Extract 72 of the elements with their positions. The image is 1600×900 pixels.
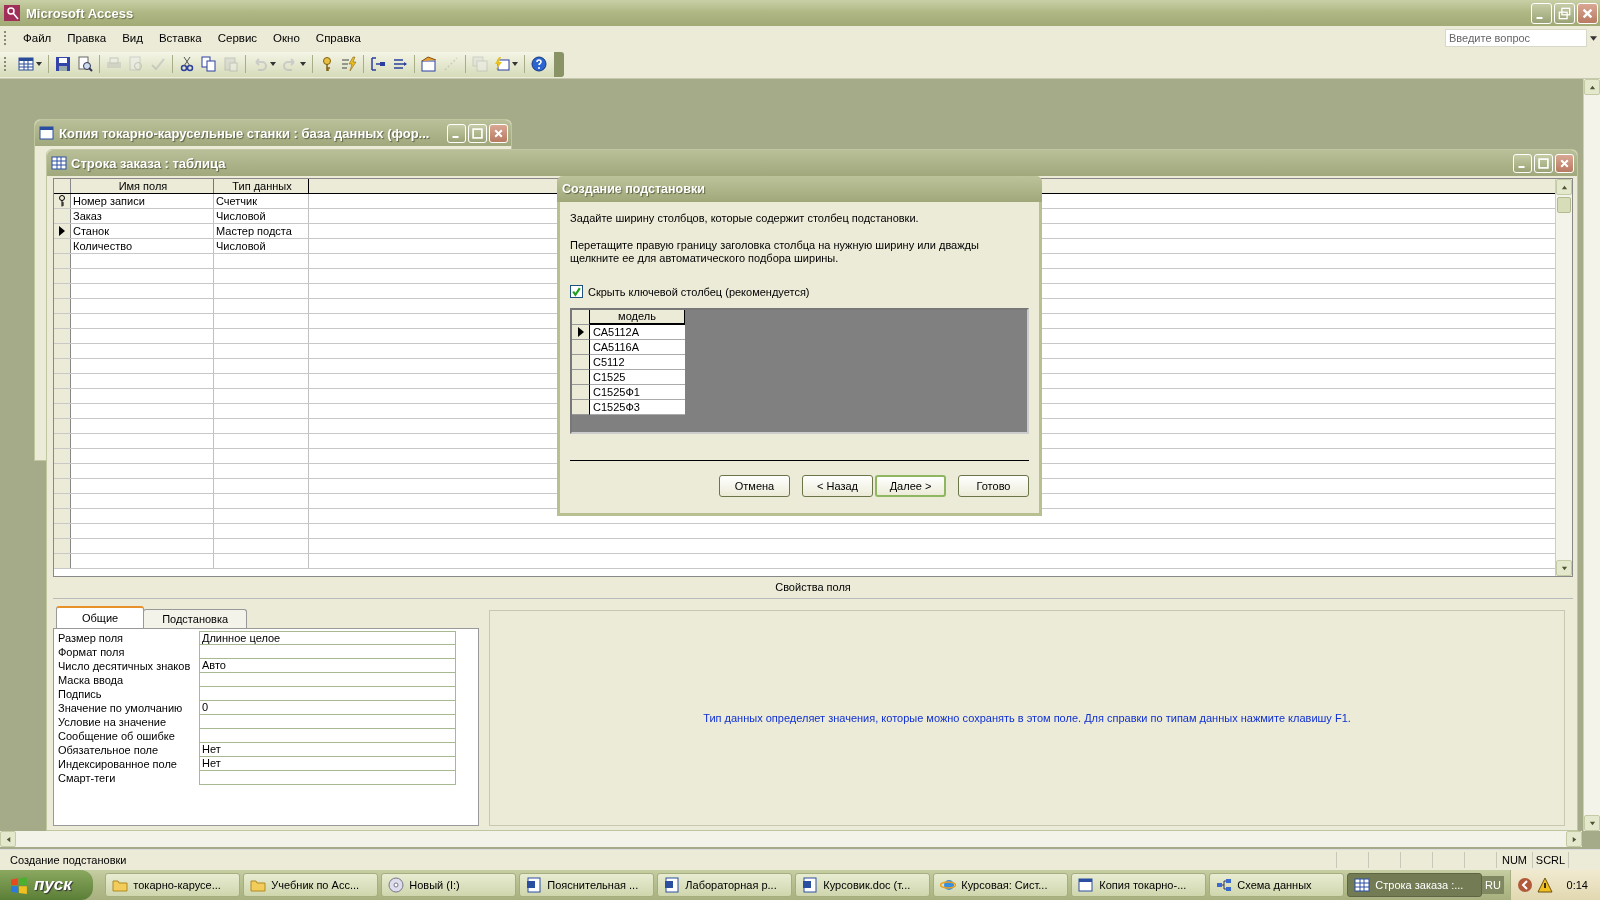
- column-header[interactable]: модель: [590, 310, 685, 325]
- property-label: Подпись: [58, 687, 103, 701]
- menu-item[interactable]: Справка: [307, 32, 369, 44]
- property-label: Обязательное поле: [58, 743, 160, 757]
- table-cell[interactable]: Количество: [71, 239, 214, 253]
- property-label: Сообщение об ошибке: [58, 729, 176, 743]
- status-indicator: SCRL: [1532, 852, 1568, 868]
- taskbar-button[interactable]: Копия токарно-...: [1071, 873, 1207, 897]
- property-label: Число десятичных знаков: [58, 659, 192, 673]
- hint-text: Тип данных определяет значения, которые можно сохранять в этом поле. Для справки по типам данных нажмите клавишу F1.: [703, 712, 1351, 724]
- table-cell: С5112: [590, 355, 685, 370]
- menu-item[interactable]: Вставка: [150, 32, 210, 44]
- table-cell: С1525Ф1: [590, 385, 685, 400]
- language-indicator[interactable]: RU: [1482, 876, 1504, 894]
- dialog-button[interactable]: Готово: [958, 475, 1029, 497]
- property-value-field[interactable]: Длинное целое: [199, 631, 456, 645]
- description-text: Перетащите правую границу заголовка столбца на нужную ширину или дважды щелкните ее для автоматического подбора ширины.: [570, 239, 980, 265]
- window-title: Строка заказа : таблица: [71, 155, 227, 171]
- property-value-field[interactable]: Нет: [199, 743, 456, 757]
- instruction-text: Задайте ширину столбцов, которые содержит столбец подстановки.: [570, 212, 920, 225]
- table-cell: С1525Ф3: [590, 400, 685, 415]
- status-indicator: NUM: [1496, 852, 1532, 868]
- column-header[interactable]: Имя поля: [71, 179, 214, 193]
- status-text: Создание подстановки: [9, 854, 128, 866]
- help-question-field[interactable]: Введите вопрос: [1445, 29, 1587, 47]
- menu-item[interactable]: Файл: [15, 32, 60, 44]
- taskbar-button[interactable]: Лабораторная р...: [657, 873, 793, 897]
- taskbar-button[interactable]: Учебник по Acc...: [243, 873, 379, 897]
- start-button[interactable]: пуск: [0, 870, 94, 900]
- property-label: Размер поля: [58, 631, 125, 645]
- table-cell[interactable]: Числовой: [214, 239, 309, 253]
- taskbar-button[interactable]: Схема данных: [1209, 873, 1345, 897]
- taskbar-button[interactable]: токарно-карусе...: [105, 873, 241, 897]
- taskbar-button[interactable]: Новый (I:): [381, 873, 517, 897]
- menu-item[interactable]: Правка: [59, 32, 115, 44]
- table-cell: СА5112А: [590, 325, 685, 340]
- clock: 0:14: [1566, 879, 1588, 891]
- dialog-button[interactable]: < Назад: [802, 475, 873, 497]
- taskbar-button[interactable]: Строка заказа :...: [1347, 873, 1483, 897]
- property-label: Значение по умолчанию: [58, 701, 184, 715]
- taskbar-button[interactable]: Пояснительная ...: [519, 873, 655, 897]
- property-label: Маска ввода: [58, 673, 125, 687]
- menu-item[interactable]: Сервис: [209, 32, 266, 44]
- property-label: Условие на значение: [58, 715, 167, 729]
- property-label: Смарт-теги: [58, 771, 117, 785]
- column-header[interactable]: Тип данных: [214, 179, 309, 193]
- window-title: Копия токарно-карусельные станки : база данных (фор...: [59, 125, 431, 141]
- table-cell[interactable]: Числовой: [214, 209, 309, 223]
- window-title: Microsoft Access: [26, 5, 135, 21]
- table-cell: СА5116А: [590, 340, 685, 355]
- menu-item[interactable]: Окно: [265, 32, 308, 44]
- dialog-button[interactable]: Далее >: [875, 475, 946, 497]
- property-value-field[interactable]: Нет: [199, 757, 456, 771]
- table-cell[interactable]: Заказ: [71, 209, 214, 223]
- checkbox-label[interactable]: Скрыть ключевой столбец (рекомендуется): [588, 285, 810, 298]
- dialog-title: Создание подстановки: [562, 182, 705, 196]
- dialog-button[interactable]: Отмена: [719, 475, 790, 497]
- table-cell[interactable]: Станок: [71, 224, 214, 238]
- property-value-field[interactable]: 0: [199, 701, 456, 715]
- table-cell: С1525: [590, 370, 685, 385]
- taskbar-button[interactable]: Курсовик.doc (т...: [795, 873, 931, 897]
- property-label: Индексированное поле: [58, 757, 178, 771]
- table-cell[interactable]: Мастер подста: [214, 224, 309, 238]
- tab[interactable]: Подстановка: [143, 609, 248, 628]
- table-cell[interactable]: Номер записи: [71, 194, 214, 208]
- property-value-field[interactable]: Авто: [199, 659, 456, 673]
- menu-item[interactable]: Вид: [114, 32, 151, 44]
- property-label: Формат поля: [58, 645, 126, 659]
- taskbar-button[interactable]: Курсовая: Сист...: [933, 873, 1069, 897]
- table-cell[interactable]: Счетчик: [214, 194, 309, 208]
- section-caption: Свойства поля: [774, 580, 852, 595]
- tab[interactable]: Общие: [56, 606, 145, 628]
